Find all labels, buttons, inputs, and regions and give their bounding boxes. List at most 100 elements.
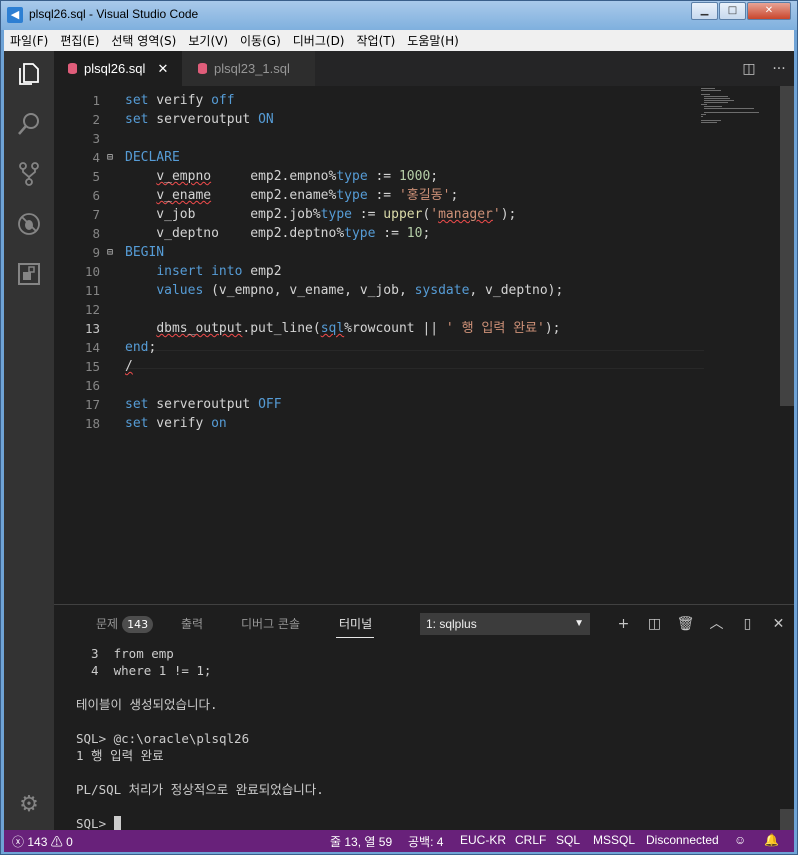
menu-view[interactable]: 보기(V) <box>182 32 234 49</box>
tab-output[interactable]: 출력 <box>181 615 203 632</box>
line-number: 16 <box>84 378 100 393</box>
active-tab-indicator <box>336 637 374 638</box>
new-terminal-icon[interactable]: + <box>608 613 639 635</box>
problems-label: 문제 <box>96 617 119 631</box>
code-text: values (v_empno, v_ename, v_job, sysdate… <box>156 283 564 298</box>
close-icon[interactable]: ✕ <box>157 61 168 77</box>
code-line[interactable]: 16 <box>54 376 704 395</box>
toggle-panel-icon[interactable]: ▯ <box>732 613 763 635</box>
menu-help[interactable]: 도움말(H) <box>401 32 465 49</box>
line-number: 15 <box>84 359 100 374</box>
line-number: 9 <box>92 245 100 260</box>
panel-actions: + ◫ 🗑 ︿ ▯ ✕ <box>608 613 794 635</box>
trash-icon[interactable]: 🗑 <box>670 613 701 635</box>
menu-edit[interactable]: 편집(E) <box>54 32 105 49</box>
language-mode[interactable]: SQL <box>556 833 580 847</box>
indentation[interactable]: 공백: 4 <box>408 833 443 850</box>
code-text: set serveroutput OFF <box>125 397 282 412</box>
code-line[interactable]: 13 dbms_output.put_line(sql%rowcount || … <box>54 319 704 338</box>
maximize-button[interactable]: □ <box>719 2 746 20</box>
more-actions-icon[interactable]: ··· <box>764 61 794 77</box>
bottom-panel: 문제 143 출력 디버그 콘솔 터미널 1: sqlplus ▼ + ◫ 🗑 ︿… <box>54 604 794 832</box>
code-line[interactable]: 9 ⊟ BEGIN <box>54 243 704 262</box>
debug-icon[interactable] <box>15 211 43 239</box>
code-line[interactable]: 17 set serveroutput OFF <box>54 395 704 414</box>
title-bar: ◀ plsql26.sql - Visual Studio Code ▁ □ ✕ <box>1 1 797 30</box>
code-line[interactable]: 7 v_job emp2.job%type := upper('manager'… <box>54 205 704 224</box>
menu-go[interactable]: 이동(G) <box>234 32 287 49</box>
terminal-output[interactable]: 3 from emp 4 where 1 != 1; 테이블이 생성되었습니다.… <box>76 645 776 832</box>
code-line[interactable]: 5 v_empno emp2.empno%type := 1000; <box>54 167 704 186</box>
code-line[interactable]: 8 v_deptno emp2.deptno%type := 10; <box>54 224 704 243</box>
code-line[interactable]: 2 set serveroutput ON <box>54 110 704 129</box>
tab-plsql26[interactable]: plsql26.sql ✕ <box>54 51 182 86</box>
fold-icon[interactable]: ⊟ <box>107 243 113 262</box>
menu-file[interactable]: 파일(F) <box>4 32 54 49</box>
code-line[interactable]: 11 values (v_empno, v_ename, v_job, sysd… <box>54 281 704 300</box>
split-editor-icon[interactable]: ◫ <box>734 61 764 77</box>
line-number: 3 <box>92 131 100 146</box>
problems-status[interactable]: ⓧ 143 ⚠ 0 <box>12 833 73 850</box>
search-icon[interactable] <box>15 111 43 139</box>
encoding[interactable]: EUC-KR <box>460 833 506 847</box>
scrollbar-thumb[interactable] <box>780 86 794 406</box>
menu-selection[interactable]: 선택 영역(S) <box>105 32 182 49</box>
editor-scrollbar[interactable] <box>780 86 794 604</box>
chevron-up-icon[interactable]: ︿ <box>701 613 732 635</box>
code-text: dbms_output.put_line(sql%rowcount || ' 행… <box>156 321 561 336</box>
code-line[interactable]: 1 set verify off <box>54 91 704 110</box>
gear-icon[interactable]: ⚙ <box>15 791 43 819</box>
code-line[interactable]: 6 v_ename emp2.ename%type := '홍길동'; <box>54 186 704 205</box>
code-line[interactable]: 3 <box>54 129 704 148</box>
close-button[interactable]: ✕ <box>747 2 791 20</box>
code-line[interactable]: 12 <box>54 300 704 319</box>
tab-terminal[interactable]: 터미널 <box>339 615 372 632</box>
fold-icon[interactable]: ⊟ <box>107 148 113 167</box>
smiley-icon[interactable]: ☺ <box>734 833 746 847</box>
cursor-position[interactable]: 줄 13, 열 59 <box>330 833 392 850</box>
sql-dialect[interactable]: MSSQL <box>593 833 635 847</box>
error-icon: ⓧ <box>12 835 25 849</box>
code-line[interactable]: 4 ⊟ DECLARE <box>54 148 704 167</box>
close-panel-icon[interactable]: ✕ <box>763 613 794 635</box>
line-number: 17 <box>84 397 100 412</box>
terminal-prompt: SQL> <box>76 816 114 831</box>
code-text: / <box>125 359 133 374</box>
minimap[interactable] <box>699 86 779 146</box>
line-number: 8 <box>92 226 100 241</box>
code-line[interactable]: 10 insert into emp2 <box>54 262 704 281</box>
warning-icon: ⚠ <box>50 835 63 849</box>
terminal-scrollbar-thumb[interactable] <box>780 809 794 831</box>
terminal-line: 4 where 1 != 1; <box>76 663 212 678</box>
source-control-icon[interactable] <box>15 161 43 189</box>
terminal-scrollbar[interactable] <box>780 641 794 831</box>
tab-debug-console[interactable]: 디버그 콘솔 <box>241 615 300 632</box>
connection-status[interactable]: Disconnected <box>646 833 719 847</box>
code-line[interactable]: 14 end; <box>54 338 704 357</box>
menu-bar: 파일(F) 편집(E) 선택 영역(S) 보기(V) 이동(G) 디버그(D) … <box>4 30 794 51</box>
window-title: plsql26.sql - Visual Studio Code <box>29 7 199 21</box>
terminal-select[interactable]: 1: sqlplus ▼ <box>420 613 590 635</box>
minimize-button[interactable]: ▁ <box>691 2 718 20</box>
activity-bar: ⚙ <box>4 51 54 830</box>
menu-tasks[interactable]: 작업(T) <box>351 32 402 49</box>
bell-icon[interactable]: 🔔 <box>764 833 779 847</box>
extensions-icon[interactable] <box>15 261 43 289</box>
tab-problems[interactable]: 문제 143 <box>96 615 154 633</box>
code-text: v_job emp2.job%type := upper('manager'); <box>125 207 517 222</box>
code-editor[interactable]: 1 set verify off 2 set serveroutput ON 3 4 ⊟ DE… <box>54 86 794 604</box>
editor-actions: ◫ ··· <box>734 51 794 86</box>
line-ending[interactable]: CRLF <box>515 833 546 847</box>
terminal-line: 테이블이 생성되었습니다. <box>76 697 218 712</box>
explorer-icon[interactable] <box>15 61 43 89</box>
menu-debug[interactable]: 디버그(D) <box>287 32 351 49</box>
code-text: v_empno emp2.empno%type := 1000; <box>156 169 439 184</box>
line-number: 13 <box>84 321 100 336</box>
terminal-select-value: 1: sqlplus <box>426 617 477 631</box>
split-terminal-icon[interactable]: ◫ <box>639 613 670 635</box>
warning-count: 0 <box>66 835 73 849</box>
code-line[interactable]: 18 set verify on <box>54 414 704 433</box>
code-line[interactable]: 15 / <box>54 357 704 376</box>
tab-plsql23-1[interactable]: plsql23_1.sql <box>182 51 315 86</box>
